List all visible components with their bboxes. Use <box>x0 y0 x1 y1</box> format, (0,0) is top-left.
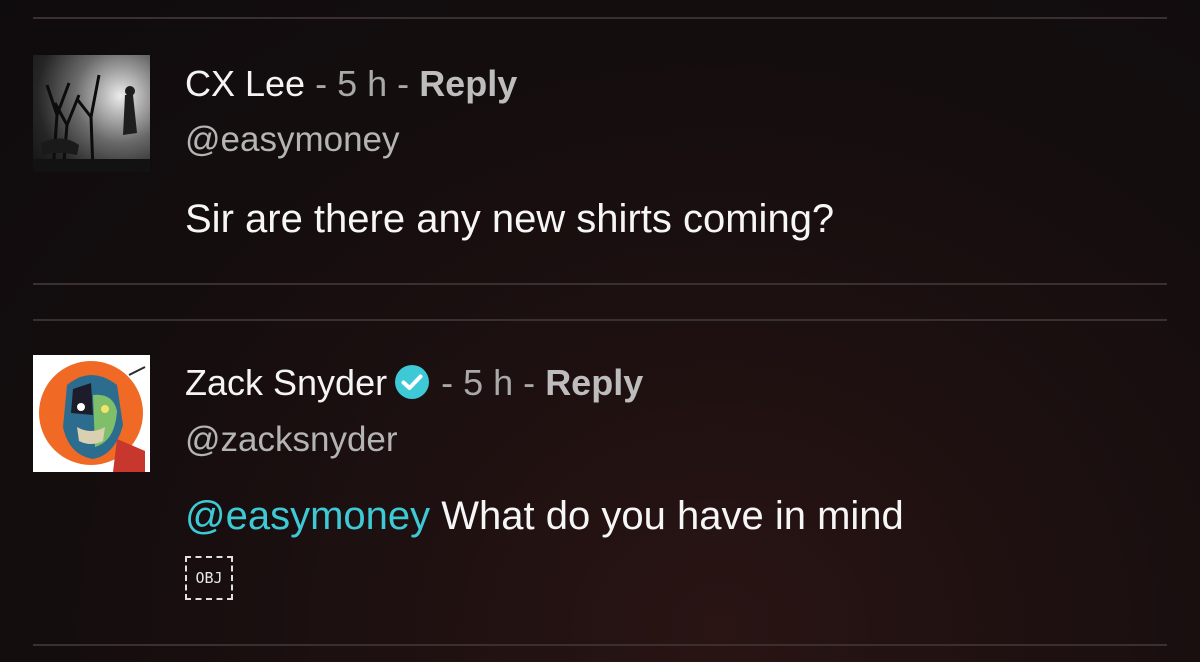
meta-separator: - <box>397 63 410 104</box>
comment-meta: Zack Snyder - 5 h - Reply <box>185 358 643 408</box>
divider <box>33 283 1167 285</box>
comment-body: Sir are there any new shirts coming? <box>185 197 835 241</box>
meta-separator: - <box>315 63 328 104</box>
avatar-comic-image <box>33 355 150 472</box>
timestamp: 5 h <box>463 362 514 403</box>
object-placeholder-badge: OBJ <box>185 556 233 600</box>
avatar-zack-snyder[interactable] <box>33 355 150 472</box>
comment-text: Sir are there any new shirts coming? <box>185 192 834 246</box>
divider-top <box>33 17 1167 19</box>
meta-separator: - <box>523 362 536 403</box>
avatar-forest-image <box>33 74 150 172</box>
reply-button[interactable]: Reply <box>545 362 643 403</box>
author-name[interactable]: Zack Snyder <box>185 362 387 403</box>
comment-text: @easymoney What do you have in mind <box>185 489 904 543</box>
meta-separator: - <box>441 362 454 403</box>
comment-item: CX Lee - 5 h - Reply @easymoney Sir are … <box>33 55 1167 255</box>
author-handle[interactable]: @easymoney <box>185 117 400 163</box>
divider <box>33 319 1167 321</box>
timestamp: 5 h <box>337 63 388 104</box>
author-name[interactable]: CX Lee <box>185 63 305 104</box>
comment-item: Zack Snyder - 5 h - Reply @zacksnyder @e… <box>33 355 1167 615</box>
avatar-cx-lee[interactable] <box>33 55 150 172</box>
mention-link[interactable]: @easymoney <box>185 494 430 538</box>
comment-body: What do you have in mind <box>441 494 904 538</box>
divider-bottom <box>33 644 1167 646</box>
verified-badge-icon <box>395 365 430 399</box>
comment-meta: CX Lee - 5 h - Reply <box>185 59 517 109</box>
author-handle[interactable]: @zacksnyder <box>185 417 398 463</box>
reply-button[interactable]: Reply <box>419 63 517 104</box>
